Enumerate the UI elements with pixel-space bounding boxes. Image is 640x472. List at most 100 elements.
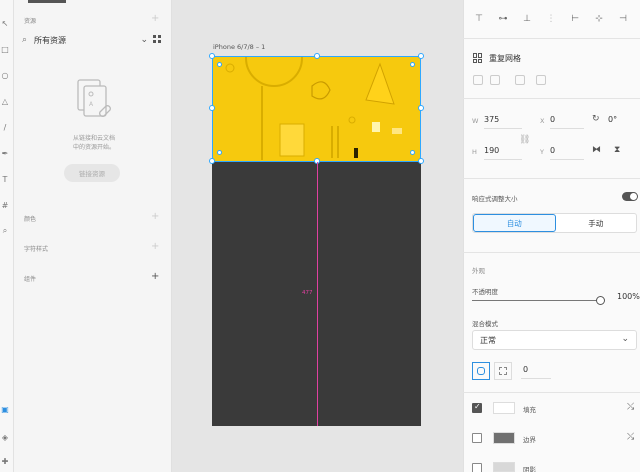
eyedropper-icon[interactable]: ⤯ xyxy=(627,402,634,412)
artboard-label[interactable]: iPhone 6/7/8 – 1 xyxy=(213,43,265,51)
boolean-subtract-icon[interactable] xyxy=(490,75,500,85)
divider xyxy=(463,252,640,253)
resize-handle-r[interactable] xyxy=(418,105,424,111)
blend-mode-value: 正常 xyxy=(480,335,496,345)
repeat-grid-icon xyxy=(473,53,483,63)
corner-radius-handle-bl[interactable] xyxy=(217,150,222,155)
tool-bar: ↖ □ ○ △ / ✒ T # ⌕ ▣ ◈ ✚ xyxy=(0,0,14,472)
layers-icon[interactable]: ◈ xyxy=(0,432,10,442)
responsive-resize-label: 响应式调整大小 xyxy=(472,195,518,203)
align-middle-icon[interactable]: ⊶ xyxy=(496,12,510,26)
text-tool-icon[interactable]: T xyxy=(0,174,10,184)
resize-handle-tr[interactable] xyxy=(418,53,424,59)
border-label: 边界 xyxy=(523,436,536,444)
char-styles-section-label: 字符样式 xyxy=(24,246,49,253)
lock-aspect-icon[interactable]: ⛓ xyxy=(519,135,530,145)
grid-view-icon[interactable] xyxy=(153,35,161,43)
fill-color-swatch[interactable] xyxy=(493,402,515,414)
per-corner-button[interactable] xyxy=(494,362,512,380)
repeat-grid-button[interactable]: 重复网格 xyxy=(473,50,545,66)
chevron-down-icon: ⌄ xyxy=(621,334,629,344)
opacity-slider-track[interactable] xyxy=(472,300,600,301)
resize-handle-bl[interactable] xyxy=(209,158,215,164)
y-underline xyxy=(550,159,584,160)
components-section-label: 组件 xyxy=(24,276,37,283)
x-input[interactable]: 0 xyxy=(550,115,555,124)
rotate-icon: ↻ xyxy=(592,114,600,124)
ellipse-tool-icon[interactable]: ○ xyxy=(0,70,10,80)
rectangle-tool-icon[interactable]: □ xyxy=(0,44,10,54)
shadow-label: 阴影 xyxy=(523,466,536,472)
corner-radius-underline xyxy=(521,378,551,379)
shadow-swatch[interactable] xyxy=(493,462,515,472)
zoom-tool-icon[interactable]: ⌕ xyxy=(0,226,10,236)
resize-handle-l[interactable] xyxy=(209,105,215,111)
align-bottom-icon[interactable]: ⊥ xyxy=(520,12,534,26)
blend-mode-select[interactable]: 正常 ⌄ xyxy=(472,330,637,350)
assets-icon[interactable]: ▣ xyxy=(0,404,10,414)
rounded-square-icon xyxy=(477,367,485,375)
uniform-corner-button[interactable] xyxy=(472,362,490,380)
align-top-icon[interactable]: ⊤ xyxy=(472,12,486,26)
manual-mode-button[interactable]: 手动 xyxy=(556,214,637,232)
align-right-icon[interactable]: ⊣ xyxy=(616,12,630,26)
flip-vertical-icon[interactable]: ⧗ xyxy=(614,145,620,155)
auto-mode-button[interactable]: 自动 xyxy=(473,214,556,232)
document-link-icon: A xyxy=(77,79,111,117)
assets-title: 资源 xyxy=(24,18,37,25)
corner-radius-input[interactable]: 0 xyxy=(523,365,528,374)
resize-handle-br[interactable] xyxy=(418,158,424,164)
distribute-vertical-icon[interactable]: ⋮ xyxy=(544,12,558,26)
width-label: W xyxy=(472,117,479,125)
colors-section-label: 颜色 xyxy=(24,216,37,223)
corner-radius-handle-tl[interactable] xyxy=(217,62,222,67)
responsive-resize-toggle[interactable] xyxy=(622,192,638,201)
resize-mode-segmented: 自动 手动 xyxy=(472,213,637,233)
align-center-icon[interactable]: ⊹ xyxy=(592,12,606,26)
height-input[interactable]: 190 xyxy=(484,146,499,155)
y-input[interactable]: 0 xyxy=(550,146,555,155)
divider xyxy=(463,98,640,99)
fill-label: 填充 xyxy=(523,406,536,414)
link-assets-button[interactable]: 链接资源 xyxy=(64,164,120,182)
height-underline xyxy=(484,159,522,160)
pen-tool-icon[interactable]: ✒ xyxy=(0,148,10,158)
eyedropper-icon[interactable]: ⤯ xyxy=(627,432,634,442)
divider xyxy=(463,392,640,393)
assets-filter-label: 所有资源 xyxy=(34,35,66,45)
width-underline xyxy=(484,128,522,129)
shadow-checkbox[interactable] xyxy=(472,463,482,472)
plugins-icon[interactable]: ✚ xyxy=(0,456,10,466)
border-checkbox[interactable] xyxy=(472,433,482,443)
select-tool-icon[interactable]: ↖ xyxy=(0,18,10,28)
corner-radius-handle-br[interactable] xyxy=(410,150,415,155)
rotation-input[interactable]: 0° xyxy=(608,115,617,124)
assets-panel xyxy=(14,0,172,472)
resize-handle-t[interactable] xyxy=(314,53,320,59)
artboard-tool-icon[interactable]: # xyxy=(0,200,10,210)
x-label: X xyxy=(540,117,545,125)
align-left-icon[interactable]: ⊢ xyxy=(568,12,582,26)
x-underline xyxy=(550,128,584,129)
align-toolbar: ⊤ ⊶ ⊥ ⋮ ⊢ ⊹ ⊣ xyxy=(472,12,640,26)
resize-handle-tl[interactable] xyxy=(209,53,215,59)
dashed-square-icon xyxy=(499,367,507,375)
width-input[interactable]: 375 xyxy=(484,115,499,124)
triangle-tool-icon[interactable]: △ xyxy=(0,96,10,106)
search-icon: ⌕ xyxy=(22,35,28,45)
border-color-swatch[interactable] xyxy=(493,432,515,444)
opacity-slider-handle[interactable] xyxy=(596,296,605,305)
distance-guide xyxy=(317,162,318,426)
fill-checkbox[interactable] xyxy=(472,402,482,413)
divider xyxy=(463,38,640,39)
assets-filter[interactable]: ⌕ 所有资源 ⌄ xyxy=(22,32,158,48)
boolean-intersect-icon[interactable] xyxy=(515,75,525,85)
appearance-section-label: 外观 xyxy=(472,267,485,275)
boolean-exclude-icon[interactable] xyxy=(536,75,546,85)
line-tool-icon[interactable]: / xyxy=(0,122,10,132)
boolean-add-icon[interactable] xyxy=(473,75,483,85)
corner-radius-handle-tr[interactable] xyxy=(410,62,415,67)
opacity-value[interactable]: 100% xyxy=(617,292,640,301)
flip-horizontal-icon[interactable]: ⧓ xyxy=(592,145,601,155)
chevron-down-icon: ⌄ xyxy=(140,35,148,45)
